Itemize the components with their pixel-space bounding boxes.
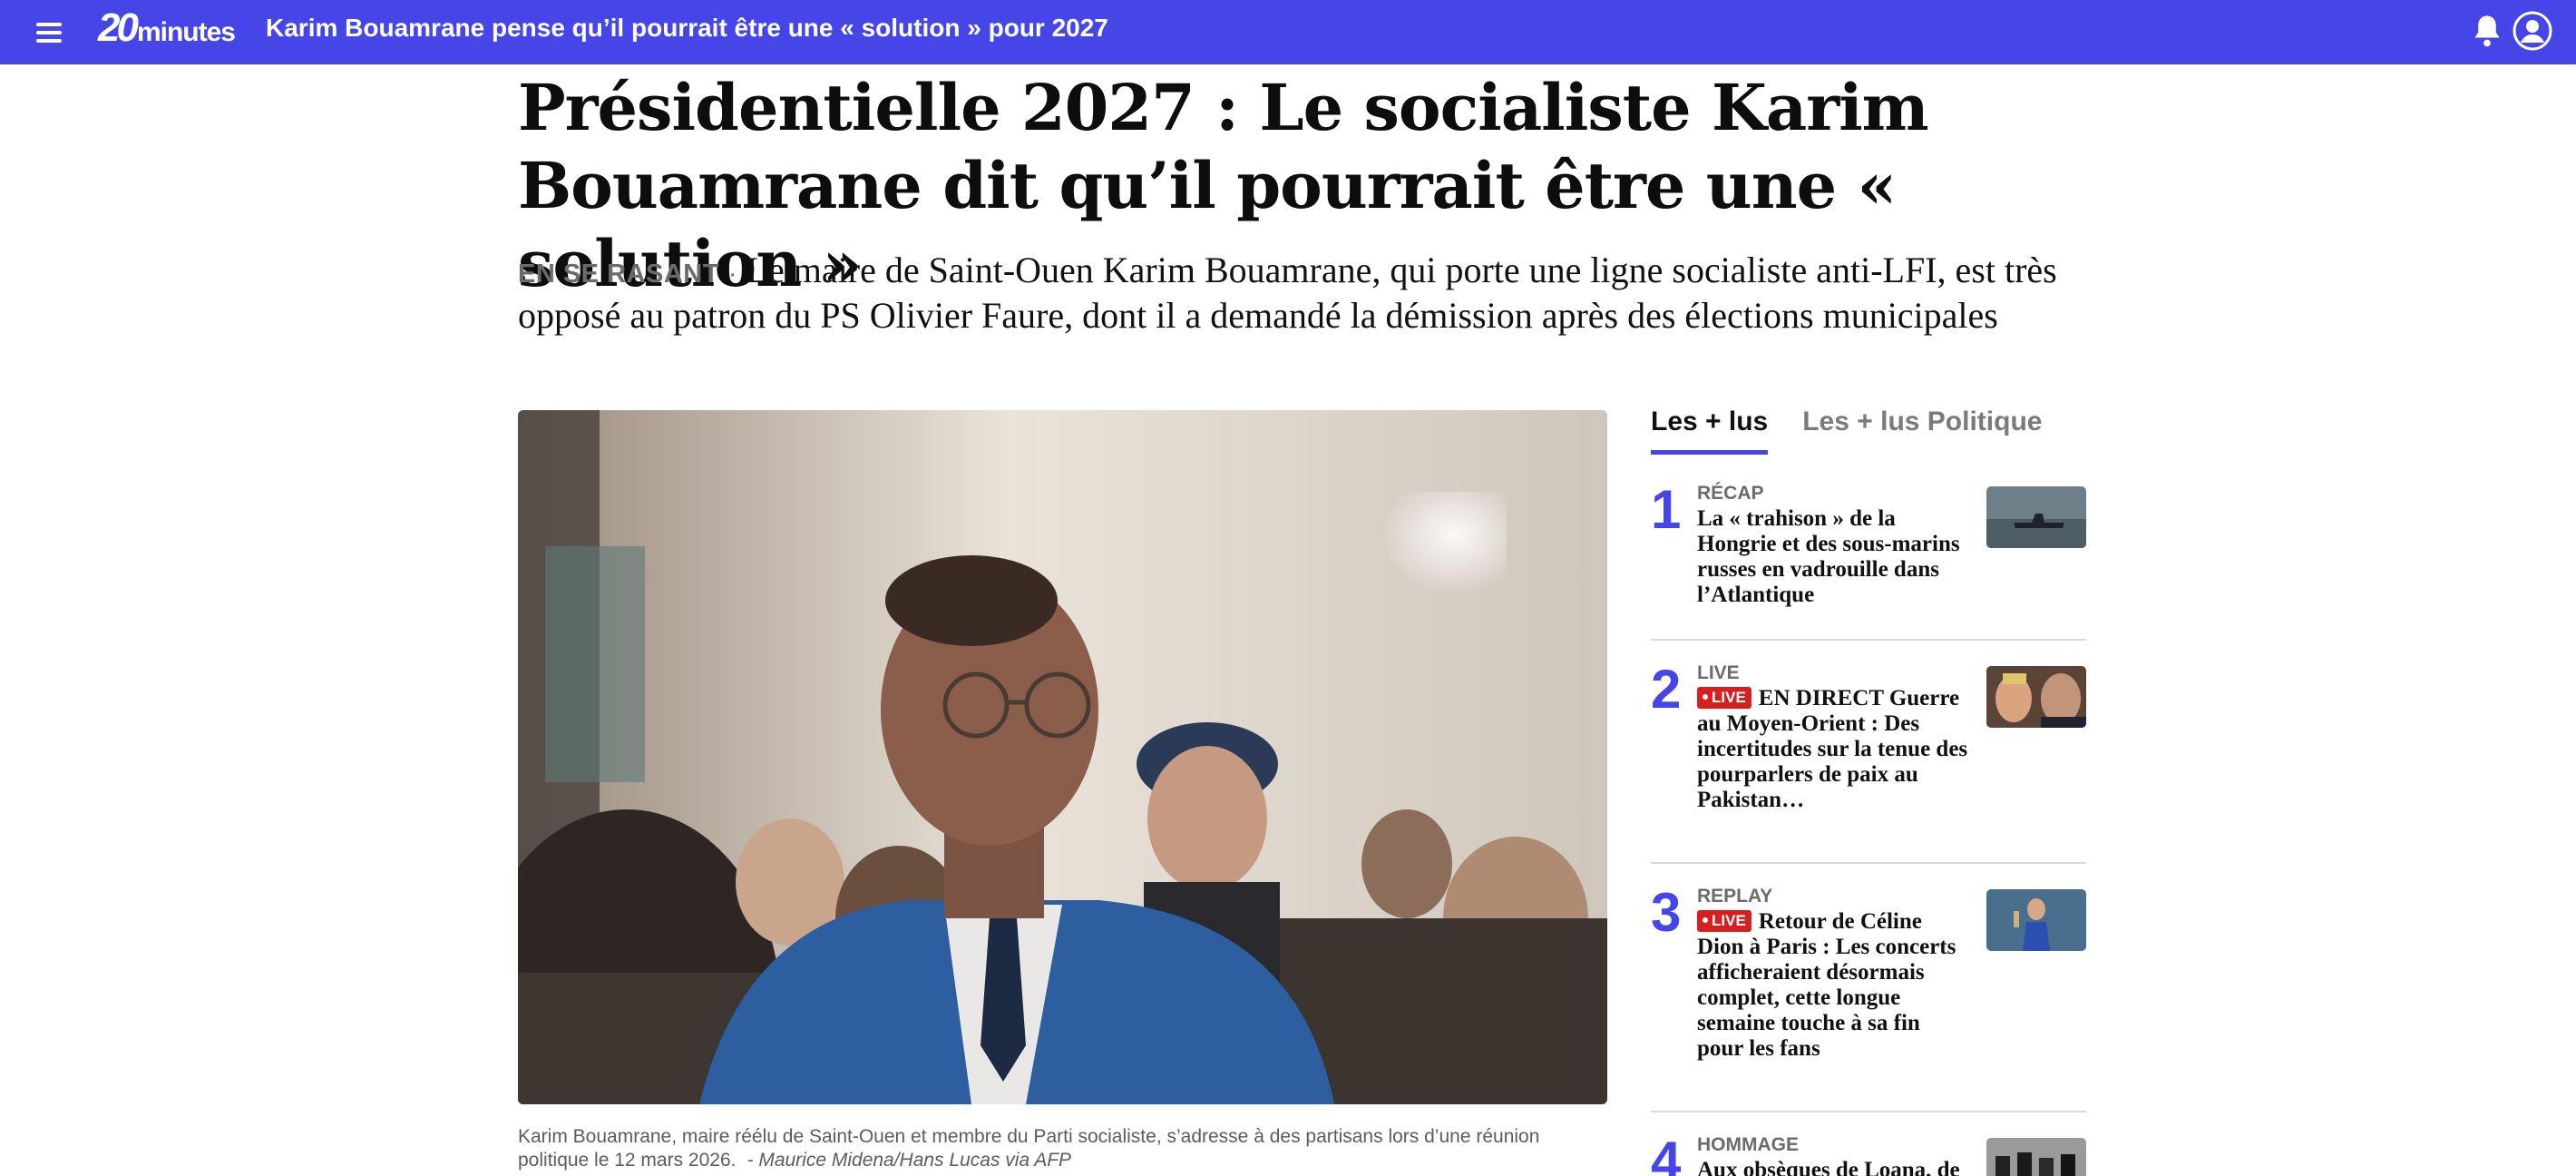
notification-bell-icon[interactable] — [2471, 13, 2503, 49]
item-title[interactable]: La « trahison » de la Hongrie et des sou… — [1697, 506, 1969, 608]
article-lede: EN SE RASANT · Le maire de Saint-Ouen Kari… — [518, 250, 2114, 337]
lede-text: Le maire de Saint-Ouen Karim Bouamrane, … — [518, 250, 2057, 336]
live-badge: LIVE — [1697, 910, 1751, 932]
article-photo — [518, 410, 1607, 1104]
logo-number: 20 — [98, 5, 139, 50]
list-item[interactable]: 1 RÉCAP La « trahison » de la Hongrie et… — [1651, 481, 2086, 641]
most-read-tabs: Les + lus Les + lus Politique — [1651, 407, 2042, 455]
item-title[interactable]: LIVE EN DIRECT Guerre au Moyen-Orient : D… — [1697, 686, 1969, 813]
singer-thumbnail-icon[interactable] — [1986, 889, 2086, 951]
list-item[interactable]: 4 HOMMAGE Aux obsèques de Loana, de rare… — [1651, 1132, 2086, 1176]
item-category: HOMMAGE — [1697, 1134, 1799, 1155]
photo-illustration — [518, 410, 1607, 1104]
tab-most-read[interactable]: Les + lus — [1651, 407, 1769, 455]
top-bar: 20 minutes Karim Bouamrane pense qu’il p… — [0, 0, 2576, 64]
menu-icon[interactable] — [36, 18, 73, 47]
item-body: RÉCAP La « trahison » de la Hongrie et d… — [1697, 481, 1969, 608]
photo-credit: - Maurice Midena/Hans Lucas via AFP — [746, 1150, 1072, 1171]
photo-caption: Karim Bouamrane, maire réélu de Saint-Ou… — [518, 1125, 1597, 1172]
site-logo[interactable]: 20 minutes — [98, 5, 236, 56]
item-rank: 1 — [1651, 479, 1682, 540]
logo-word: minutes — [136, 17, 236, 47]
item-rank: 4 — [1651, 1131, 1682, 1176]
item-body: HOMMAGE Aux obsèques de Loana, de rares … — [1697, 1132, 1969, 1176]
item-title[interactable]: LIVE Retour de Céline Dion à Paris : Les … — [1697, 909, 1969, 1062]
funeral-thumbnail-icon[interactable] — [1986, 1138, 2086, 1176]
article-kicker: EN SE RASANT — [518, 260, 719, 289]
live-badge: LIVE — [1697, 687, 1751, 709]
item-body: REPLAY LIVE Retour de Céline Dion à Paris… — [1697, 884, 1969, 1062]
item-category: RÉCAP — [1697, 483, 1764, 504]
tab-most-read-politics[interactable]: Les + lus Politique — [1802, 407, 2042, 455]
list-item[interactable]: 3 REPLAY LIVE Retour de Céline Dion à Par… — [1651, 884, 2086, 1112]
politicians-thumbnail-icon[interactable] — [1986, 666, 2086, 728]
item-category: REPLAY — [1697, 886, 1773, 906]
list-item[interactable]: 2 LIVE LIVE EN DIRECT Guerre au Moyen-Ori… — [1651, 661, 2086, 864]
account-icon[interactable] — [2511, 9, 2554, 53]
kicker-separator: · — [727, 260, 737, 289]
item-title[interactable]: Aux obsèques de Loana, de rares personna… — [1697, 1158, 1969, 1176]
topbar-article-title: Karim Bouamrane pense qu’il pourrait êtr… — [266, 14, 1108, 42]
item-category: LIVE — [1697, 662, 1740, 683]
most-read-list: 1 RÉCAP La « trahison » de la Hongrie et… — [1651, 481, 2086, 1176]
item-rank: 3 — [1651, 882, 1682, 943]
item-rank: 2 — [1651, 659, 1682, 720]
submarine-thumbnail-icon[interactable] — [1986, 486, 2086, 548]
item-body: LIVE LIVE EN DIRECT Guerre au Moyen-Orien… — [1697, 661, 1969, 813]
